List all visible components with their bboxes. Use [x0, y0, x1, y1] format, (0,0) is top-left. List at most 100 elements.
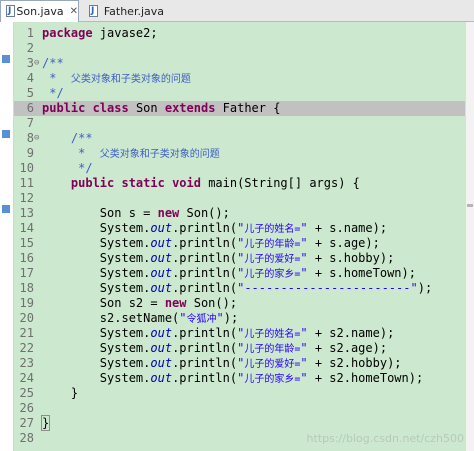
code-token: Son s =	[42, 206, 158, 220]
code-token: out	[150, 341, 173, 355]
code-line[interactable]: 11 public static void main(String[] args…	[14, 176, 466, 191]
fold-toggle-icon[interactable]: ⊖	[34, 131, 42, 146]
code-line[interactable]: 14 System.out.println("儿子的姓名=" + s.name)…	[14, 221, 466, 236]
line-number: 28	[19, 431, 34, 445]
code-token: System.	[42, 236, 151, 250]
code-token: .println(	[172, 326, 238, 340]
code-text: }	[42, 386, 78, 401]
code-token: "	[300, 266, 308, 280]
code-line[interactable]: 8 ⊖ /**	[14, 131, 466, 146]
code-token: out	[150, 266, 173, 280]
code-line[interactable]: 21 System.out.println("儿子的姓名=" + s2.name…	[14, 326, 466, 341]
code-text: System.out.println("儿子的姓名=" + s.name);	[42, 221, 387, 237]
code-token: "	[300, 251, 308, 265]
code-token: + s2.hobby);	[307, 356, 402, 370]
code-line[interactable]: 1 package javase2;	[14, 26, 466, 41]
code-line[interactable]: 19 Son s2 = new Son();	[14, 296, 466, 311]
code-token: .println(	[172, 251, 238, 265]
code-line[interactable]: 24 System.out.println("儿子的家乡=" + s2.home…	[14, 371, 466, 386]
code-token: System.	[42, 251, 151, 265]
code-line[interactable]: 9 * 父类对象和子类对象的问题	[14, 146, 466, 161]
code-text: * 父类对象和子类对象的问题	[42, 146, 220, 162]
code-line[interactable]: 15 System.out.println("儿子的年龄=" + s.age);	[14, 236, 466, 251]
code-token: /**	[42, 56, 64, 70]
fold-toggle-icon[interactable]: ⊖	[34, 56, 42, 71]
code-token: + s.name);	[307, 221, 388, 235]
code-line[interactable]: 17 System.out.println("儿子的家乡=" + s.homeT…	[14, 266, 466, 281]
code-token: 儿子的爱好=	[244, 359, 301, 370]
code-token: "-----------------------"	[237, 281, 418, 295]
line-number: 26	[19, 401, 34, 415]
code-line[interactable]: 12	[14, 191, 466, 206]
code-line[interactable]: 13 Son s = new Son();	[14, 206, 466, 221]
code-line[interactable]: 23 System.out.println("儿子的爱好=" + s2.hobb…	[14, 356, 466, 371]
code-token: *	[42, 146, 100, 160]
overview-marker	[467, 204, 473, 207]
annotation-ruler[interactable]	[0, 22, 14, 451]
code-text: System.out.println("儿子的家乡=" + s.homeTown…	[42, 266, 416, 282]
code-token: public	[42, 101, 93, 115]
code-line[interactable]: 10 */	[14, 161, 466, 176]
code-token: "	[179, 311, 187, 325]
code-line[interactable]: 27}	[14, 415, 466, 431]
code-token: 儿子的家乡=	[244, 269, 301, 280]
line-number: 16	[19, 251, 34, 265]
close-icon[interactable]: ✕	[70, 6, 78, 17]
code-token: out	[150, 251, 173, 265]
code-token: Son();	[186, 206, 230, 220]
code-token: 令狐冲	[186, 314, 217, 325]
code-line[interactable]: 20 s2.setName("令狐冲");	[14, 311, 466, 326]
code-text: System.out.println("儿子的年龄=" + s2.age);	[42, 341, 387, 357]
code-line[interactable]: 3 ⊖/**	[14, 56, 466, 71]
code-token: out	[150, 236, 173, 250]
code-token: 儿子的姓名=	[244, 224, 301, 235]
code-line[interactable]: 5 */	[14, 86, 466, 101]
code-token: .println(	[172, 371, 238, 385]
line-number: 21	[19, 326, 34, 340]
tab-father-java[interactable]: J Father.java	[84, 0, 164, 22]
code-line[interactable]: 26	[14, 401, 466, 416]
watermark: https://blog.csdn.net/czh500	[306, 432, 464, 445]
code-token: out	[150, 356, 173, 370]
code-text: s2.setName("令狐冲");	[42, 311, 238, 327]
code-token: "	[300, 326, 308, 340]
code-text: */	[42, 161, 92, 176]
code-text: /**	[42, 131, 93, 146]
java-file-icon: J	[88, 4, 100, 18]
line-number: 22	[19, 341, 34, 355]
code-line[interactable]: 2	[14, 41, 466, 56]
code-line[interactable]: 16 System.out.println("儿子的爱好=" + s.hobby…	[14, 251, 466, 266]
code-token: out	[150, 371, 173, 385]
line-number: 17	[19, 266, 34, 280]
line-number: 23	[19, 356, 34, 370]
code-line[interactable]: 18 System.out.println("-----------------…	[14, 281, 466, 296]
tab-son-java[interactable]: J Son.java ✕	[0, 0, 79, 22]
code-line[interactable]: 25 }	[14, 386, 466, 401]
overview-ruler[interactable]	[465, 22, 474, 451]
code-token: System.	[42, 266, 151, 280]
code-text: public class Son extends Father {	[42, 101, 280, 116]
code-line[interactable]: 6 public class Son extends Father {	[14, 101, 466, 116]
line-number: 20	[19, 311, 34, 325]
code-token: System.	[42, 221, 151, 235]
bookmark-marker-icon	[2, 55, 10, 63]
code-text: System.out.println("--------------------…	[42, 281, 432, 296]
code-line[interactable]: 4 * 父类对象和子类对象的问题	[14, 71, 466, 86]
line-number: 4	[26, 71, 34, 85]
code-editor[interactable]: 1 package javase2; 2 3 ⊖/** 4 * 父类对象和子类对象的问题 5…	[0, 22, 474, 451]
line-number: 24	[19, 371, 34, 385]
code-token: .println(	[172, 236, 238, 250]
line-number: 2	[26, 41, 34, 55]
code-text: System.out.println("儿子的年龄=" + s.age);	[42, 236, 380, 252]
code-token: .println(	[172, 221, 238, 235]
code-token: static	[121, 176, 173, 190]
code-token: + s2.age);	[307, 341, 388, 355]
code-token: System.	[42, 326, 151, 340]
code-line[interactable]: 22 System.out.println("儿子的年龄=" + s2.age)…	[14, 341, 466, 356]
code-line[interactable]: 7	[14, 116, 466, 131]
code-text: */	[42, 86, 63, 101]
code-token: 父类对象和子类对象的问题	[99, 149, 220, 160]
code-token: System.	[42, 341, 151, 355]
code-token: s2.setName(	[42, 311, 180, 325]
code-token: public	[42, 176, 122, 190]
